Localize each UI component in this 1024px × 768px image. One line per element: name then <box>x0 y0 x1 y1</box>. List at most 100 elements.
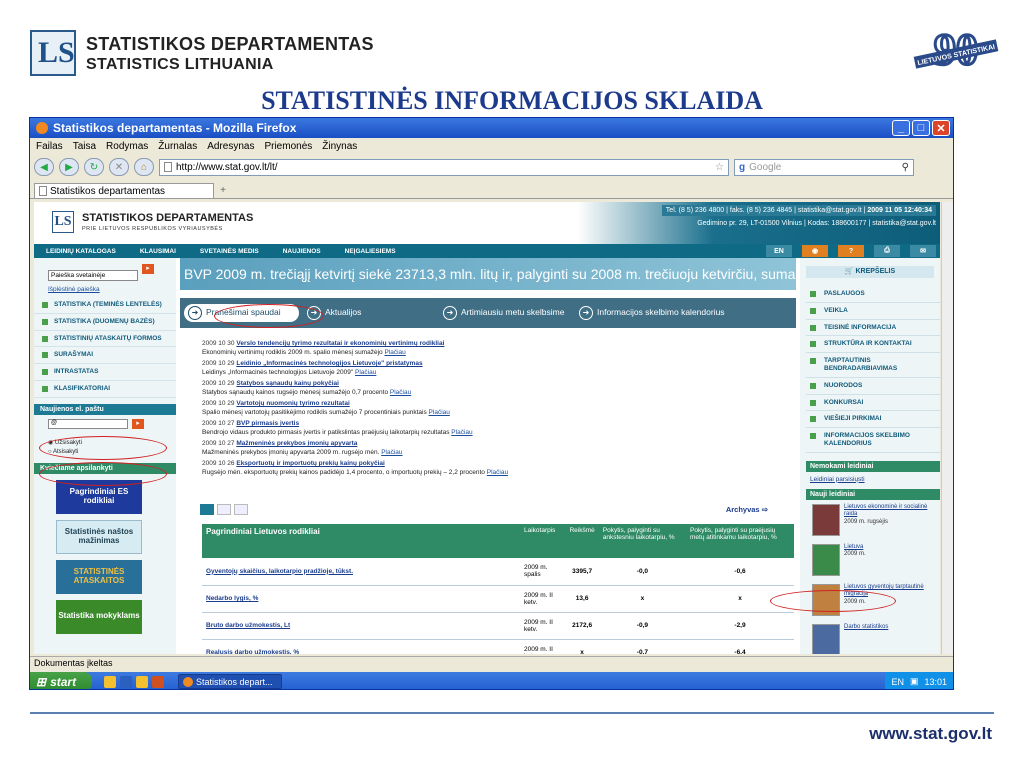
news-title[interactable]: Leidinio „Informacinės technologijos Lie… <box>236 360 422 367</box>
pager-dot[interactable] <box>217 504 231 515</box>
advanced-search-link[interactable]: Išplėstinė paieška <box>34 284 176 297</box>
rss-icon[interactable]: ◉ <box>802 245 828 257</box>
sidebar-item-report-forms[interactable]: STATISTINIŲ ATASKAITŲ FORMOS <box>34 331 176 348</box>
browser-icon[interactable] <box>120 675 132 688</box>
sidebar-item-censuses[interactable]: SURAŠYMAI <box>34 347 176 365</box>
sidebar-item-statistics-tables[interactable]: STATISTIKA (TEMINĖS LENTELĖS) <box>34 297 176 314</box>
nav-sitemap[interactable]: SVETAINĖS MEDIS <box>200 248 259 255</box>
sidebar-item-statistics-databases[interactable]: STATISTIKA (DUOMENŲ BAZĖS) <box>34 314 176 331</box>
pager-dot[interactable] <box>200 504 214 515</box>
sidebar-item-intrastat[interactable]: INTRASTATAS <box>34 364 176 381</box>
right-item-links[interactable]: NUORODOS <box>806 378 940 395</box>
more-link[interactable]: Plačiau <box>487 469 508 476</box>
minimize-button[interactable]: _ <box>892 120 910 136</box>
bookmark-star-icon[interactable]: ☆ <box>715 162 728 173</box>
menu-help[interactable]: Žinynas <box>322 141 357 152</box>
list-item[interactable]: Lietuvos ekonominė ir socialinė raida 200… <box>800 500 940 540</box>
headline-ticker[interactable]: BVP 2009 m. trečiąjį ketvirtį siekė 2371… <box>180 258 796 290</box>
indicator-name[interactable]: Gyventojų skaičius, laikotarpio pradžioj… <box>202 558 520 586</box>
list-item[interactable]: Darbo statistikos <box>800 620 940 654</box>
nav-catalog[interactable]: LEIDINIŲ KATALOGAS <box>46 248 116 255</box>
stop-icon[interactable]: ✕ <box>109 158 129 176</box>
nav-accessibility[interactable]: NEĮGALIESIEMS <box>345 248 396 255</box>
lang-en-button[interactable]: EN <box>766 245 792 257</box>
cart-button[interactable]: 🛒 KREPŠELIS <box>806 266 934 278</box>
download-publications-link[interactable]: Leidiniai parsisiųsti <box>800 472 940 487</box>
reload-icon[interactable]: ↻ <box>84 158 104 176</box>
email-go-button[interactable]: ▸ <box>132 418 144 429</box>
nav-questions[interactable]: KLAUSIMAI <box>140 248 176 255</box>
right-item-procurement[interactable]: VIEŠIEJI PIRKIMAI <box>806 411 940 429</box>
address-email[interactable]: statistika@stat.gov.lt <box>872 220 936 227</box>
free-publications-heading[interactable]: Nemokami leidiniai <box>806 460 940 472</box>
menu-view[interactable]: Rodymas <box>106 141 148 152</box>
tab-statistikos[interactable]: Statistikos departamentas <box>34 183 214 198</box>
close-button[interactable]: ✕ <box>932 120 950 136</box>
indicator-name[interactable]: Nedarbo lygis, % <box>202 585 520 613</box>
news-title[interactable]: Vartotojų nuomonių tyrimo rezultatai <box>236 400 349 407</box>
indicator-name[interactable]: Realusis darbo užmokestis, % <box>202 639 520 654</box>
site-search-select[interactable]: Paieška svetainėje <box>48 270 138 281</box>
menu-tools[interactable]: Priemonės <box>264 141 312 152</box>
annotation-circle <box>39 462 167 486</box>
archive-link[interactable]: Archyvas ⇨ <box>726 505 768 514</box>
url-bar[interactable]: http://www.stat.gov.lt/lt/ ☆ <box>159 158 729 176</box>
right-item-activity[interactable]: VEIKLA <box>806 303 940 320</box>
site-logo[interactable]: LS <box>52 211 74 233</box>
browser-icon[interactable] <box>104 675 116 688</box>
news-title[interactable]: Mažmeninės prekybos įmonių apyvarta <box>236 440 357 447</box>
banner-burden-reduction[interactable]: Statistinės naštos mažinimas <box>56 519 142 554</box>
search-bar[interactable]: g Google ⚲ <box>734 158 914 176</box>
banner-reports[interactable]: STATISTINĖS ATASKAITOS <box>56 559 142 594</box>
menu-file[interactable]: Failas <box>36 141 63 152</box>
tab-calendar[interactable]: ➜ Informacijos skelbimo kalendorius <box>579 306 769 320</box>
pager-dot[interactable] <box>234 504 248 515</box>
news-title[interactable]: Eksportuotų ir importuotų prekių kainų p… <box>236 460 384 467</box>
right-item-international[interactable]: TARPTAUTINIS BENDRADARBIAVIMAS <box>806 353 940 378</box>
banner-schools[interactable]: Statistika mokyklams <box>56 599 142 634</box>
right-item-calendar[interactable]: INFORMACIJOS SKELBIMO KALENDORIUS <box>806 428 940 453</box>
folder-icon[interactable] <box>136 675 148 688</box>
maximize-button[interactable]: □ <box>912 120 930 136</box>
media-icon[interactable] <box>152 675 164 688</box>
right-item-services[interactable]: PASLAUGOS <box>806 286 940 303</box>
more-link[interactable]: Plačiau <box>384 349 405 356</box>
right-item-structure[interactable]: STRUKTŪRA IR KONTAKTAI <box>806 336 940 354</box>
menu-history[interactable]: Žurnalas <box>158 141 197 152</box>
list-item[interactable]: Lietuva 2009 m. <box>800 540 940 580</box>
tab-news[interactable]: ➜ Aktualijos <box>307 306 435 320</box>
help-icon[interactable]: ? <box>838 245 864 257</box>
nav-news[interactable]: NAUJIENOS <box>283 248 321 255</box>
sidebar-item-classifiers[interactable]: KLASIFIKATORIAI <box>34 381 176 398</box>
tray-lang[interactable]: EN <box>891 677 904 687</box>
more-link[interactable]: Plačiau <box>355 369 376 376</box>
more-link[interactable]: Plačiau <box>390 389 411 396</box>
search-icon[interactable]: ⚲ <box>902 162 913 173</box>
mail-icon[interactable]: ✉ <box>910 245 936 257</box>
footer-url[interactable]: www.stat.gov.lt <box>869 724 992 744</box>
more-link[interactable]: Plačiau <box>429 409 450 416</box>
search-go-button[interactable]: ▸ <box>142 264 154 274</box>
news-title[interactable]: Verslo tendencijų tyrimo rezultatai ir e… <box>236 340 444 347</box>
menu-bookmarks[interactable]: Adresynas <box>207 141 254 152</box>
start-button[interactable]: ⊞ start <box>30 672 92 689</box>
right-item-legal[interactable]: TEISINĖ INFORMACIJA <box>806 320 940 337</box>
home-icon[interactable]: ⌂ <box>134 158 154 176</box>
more-link[interactable]: Plačiau <box>381 449 402 456</box>
news-title[interactable]: Statybos sąnaudų kainų pokyčiai <box>236 380 339 387</box>
vertical-scrollbar[interactable] <box>941 202 953 654</box>
right-item-competitions[interactable]: KONKURSAI <box>806 395 940 412</box>
more-link[interactable]: Plačiau <box>451 429 472 436</box>
network-icon[interactable]: ▣ <box>910 676 919 687</box>
menu-edit[interactable]: Taisa <box>73 141 96 152</box>
print-icon[interactable]: ⎙ <box>874 245 900 257</box>
indicator-name[interactable]: Bruto darbo užmokestis, Lt <box>202 612 520 640</box>
email-input[interactable]: @ <box>48 418 128 429</box>
tab-upcoming[interactable]: ➜ Artimiausiu metu skelbsime <box>443 306 571 320</box>
new-tab-button[interactable]: + <box>214 185 232 198</box>
news-title[interactable]: BVP pirmasis įvertis <box>236 420 299 427</box>
taskbar-item-firefox[interactable]: Statistikos depart... <box>178 674 282 689</box>
forward-icon[interactable]: ▶ <box>59 158 79 176</box>
contact-email[interactable]: statistika@stat.gov.lt <box>798 207 862 214</box>
back-icon[interactable]: ◀ <box>34 158 54 176</box>
